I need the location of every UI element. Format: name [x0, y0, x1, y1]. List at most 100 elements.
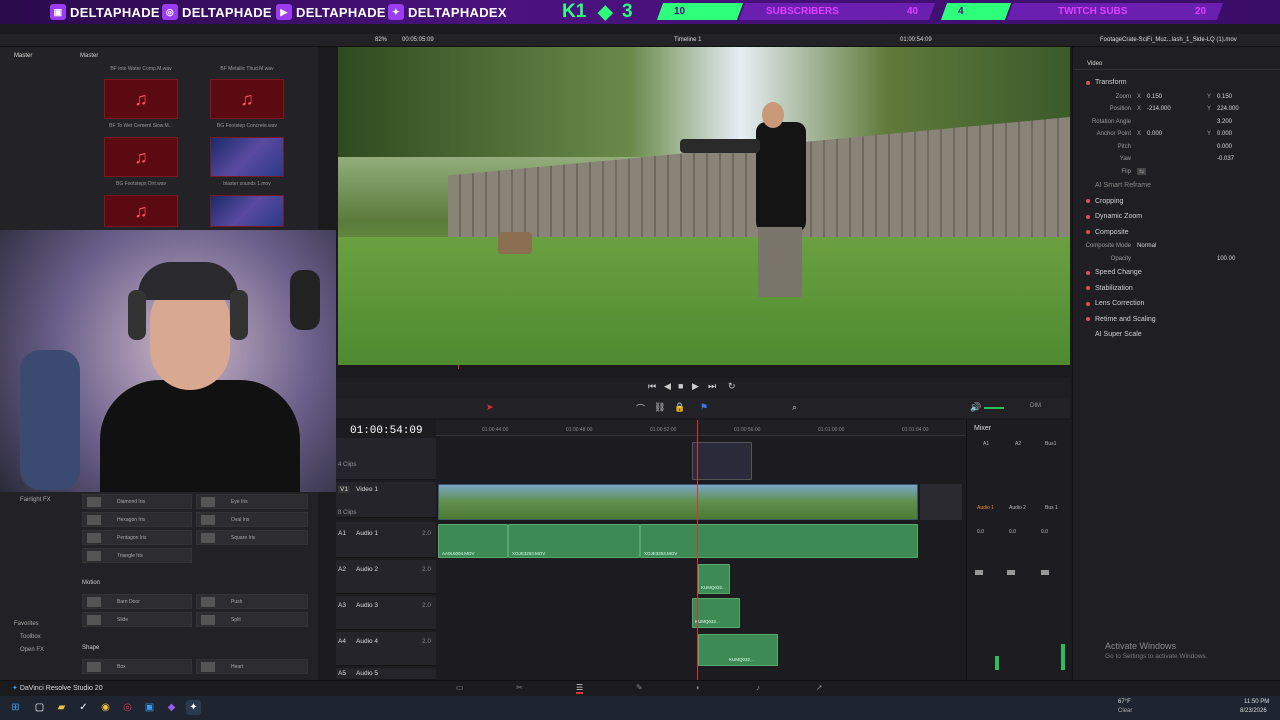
media-item-audio[interactable]: ♫ [104, 195, 178, 227]
media-item-video[interactable] [210, 195, 284, 227]
prop-position[interactable]: Position X -214.000 Y 224.000 [1073, 103, 1280, 116]
track-header-v1[interactable]: V1 Video 1 8 Clips [336, 482, 436, 518]
lock-icon[interactable]: 🔒 [674, 402, 685, 413]
track-header-a4[interactable]: A4 Audio 4 2.0 [336, 632, 436, 666]
section-transform[interactable]: Transform [1073, 75, 1280, 91]
cut-page-icon[interactable]: ✂ [516, 683, 523, 692]
section-cropping[interactable]: Cropping [1073, 194, 1280, 210]
prop-anchor[interactable]: Anchor Point X 0.000 Y 0.000 [1073, 128, 1280, 141]
dim-button[interactable]: DIM [1030, 403, 1041, 409]
media-item-video[interactable] [210, 137, 284, 177]
stop-icon[interactable]: ■ [678, 381, 683, 391]
media-item-audio[interactable]: ♫ [210, 79, 284, 119]
fusion-page-icon[interactable]: ✎ [636, 683, 643, 692]
resolve-taskbar-icon[interactable]: ✦ [186, 700, 201, 715]
viewer-zoom[interactable]: 82% [375, 37, 387, 43]
chrome-icon[interactable]: ◉ [98, 700, 113, 715]
section-stabilization[interactable]: Stabilization [1073, 281, 1280, 297]
tree-openfx[interactable]: Open FX [20, 647, 44, 653]
prop-rotation[interactable]: Rotation Angle 3.200 [1073, 116, 1280, 129]
obs-icon[interactable]: ◎ [120, 700, 135, 715]
a2-clip[interactable]: KUMQ032... [698, 564, 730, 594]
track-header-v2[interactable]: 4 Clips [336, 438, 436, 480]
edit-page-icon[interactable]: ☰ [576, 683, 584, 694]
fx-item[interactable]: Barn Door [82, 594, 192, 609]
play-icon[interactable]: ▶ [692, 381, 699, 392]
flip-horizontal-icon[interactable]: ⇆ [1137, 168, 1147, 176]
a1-clip[interactable]: AA0L5004.MOV [438, 524, 508, 558]
fx-item[interactable]: Heart [196, 659, 308, 674]
section-dynamic-zoom[interactable]: Dynamic Zoom [1073, 209, 1280, 225]
timeline-name[interactable]: Timeline 1 [674, 37, 701, 43]
ai-smart-reframe[interactable]: AI Smart Reframe [1073, 178, 1280, 194]
viewer-scrub-marker[interactable] [458, 365, 459, 369]
timeline-playhead[interactable] [697, 420, 698, 680]
fx-item[interactable]: Push [196, 594, 308, 609]
fairlight-page-icon[interactable]: ♪ [756, 683, 760, 692]
clock-date[interactable]: 8/23/2026 [1240, 708, 1267, 714]
prop-flip[interactable]: Flip ⇆ [1073, 166, 1280, 179]
volume-slider[interactable] [984, 407, 1004, 409]
selection-tool-icon[interactable]: ➤ [486, 402, 494, 413]
fx-item[interactable]: Eye Iris [196, 494, 308, 509]
track-header-a5[interactable]: A5 Audio 5 [336, 668, 436, 680]
fx-item[interactable]: Diamond Iris [82, 494, 192, 509]
fx-item[interactable]: Square Iris [196, 530, 308, 545]
skip-start-icon[interactable]: ⏮ [648, 381, 656, 392]
a1-clip[interactable]: XOJE3253.MOV [508, 524, 640, 558]
a3-clip[interactable]: KUMQ032... [692, 598, 740, 628]
track-header-a3[interactable]: A3 Audio 3 2.0 [336, 596, 436, 630]
prop-zoom[interactable]: Zoom X 0.150 Y 0.150 [1073, 91, 1280, 104]
track-header-a1[interactable]: A1 Audio 1 2.0 [336, 522, 436, 558]
volume-icon[interactable]: 🔊 [970, 402, 981, 413]
section-composite[interactable]: Composite [1073, 225, 1280, 241]
v1-clip[interactable] [438, 484, 918, 520]
media-item-audio[interactable]: ♫ [104, 137, 178, 177]
timeline-ruler[interactable]: 01:00:44:00 01:00:48:00 01:00:52:00 01:0… [436, 420, 966, 436]
track-header-a2[interactable]: A2 Audio 2 2.0 [336, 560, 436, 594]
v1-clip-dark[interactable] [920, 484, 962, 520]
a1-clip[interactable]: XOJE3253.MOV [640, 524, 918, 558]
fx-item[interactable]: Triangle Iris [82, 548, 192, 563]
task-view-icon[interactable]: ▢ [32, 700, 47, 715]
weather-desc[interactable]: Clear [1118, 708, 1132, 714]
tree-toolbox[interactable]: Toolbox [20, 634, 41, 640]
prop-pitch[interactable]: Pitch 0.000 [1073, 141, 1280, 154]
link-icon[interactable]: ⛓ [654, 402, 665, 413]
prop-yaw[interactable]: Yaw -0.037 [1073, 153, 1280, 166]
pinned-app-icon[interactable]: ✓ [76, 700, 91, 715]
tree-favorites[interactable]: Favorites [14, 621, 39, 627]
pinned-app-icon[interactable]: ▣ [142, 700, 157, 715]
fader-a1[interactable] [975, 570, 983, 575]
video-viewer[interactable] [338, 47, 1070, 369]
fader-a2[interactable] [1007, 570, 1015, 575]
fairlight-fx[interactable]: Fairlight FX [20, 497, 51, 503]
flag-icon[interactable]: ⚑ [700, 402, 708, 413]
section-ai-super-scale[interactable]: AI Super Scale [1073, 327, 1280, 343]
fx-item[interactable]: Hexagon Iris [82, 512, 192, 527]
section-lens-correction[interactable]: Lens Correction [1073, 296, 1280, 312]
fx-item[interactable]: Split [196, 612, 308, 627]
inspector-tab-video[interactable]: Video [1087, 61, 1102, 67]
fader-bus1[interactable] [1041, 570, 1049, 575]
section-retime-scaling[interactable]: Retime and Scaling [1073, 312, 1280, 328]
media-page-icon[interactable]: ▭ [456, 683, 464, 692]
fx-item[interactable]: Box [82, 659, 192, 674]
zoom-icon[interactable]: ⌕ [792, 402, 797, 413]
deliver-page-icon[interactable]: ➚ [816, 683, 823, 692]
media-pool-tab[interactable]: Master [14, 53, 32, 59]
a4-clip[interactable]: KUMQ032... [698, 634, 778, 666]
fx-item[interactable]: Pentagon Iris [82, 530, 192, 545]
discord-icon[interactable]: ◆ [164, 700, 179, 715]
loop-icon[interactable]: ↻ [728, 381, 736, 392]
prop-opacity[interactable]: Opacity 100.00 [1073, 253, 1280, 266]
section-speed-change[interactable]: Speed Change [1073, 265, 1280, 281]
reverse-icon[interactable]: ◀ [664, 381, 671, 392]
fx-item[interactable]: Slide [82, 612, 192, 627]
clock-time[interactable]: 11:50 PM [1244, 699, 1269, 705]
v2-clip-group[interactable] [692, 442, 752, 480]
weather-temp[interactable]: 67°F [1118, 699, 1131, 705]
prop-composite-mode[interactable]: Composite Mode Normal [1073, 240, 1280, 253]
color-page-icon[interactable]: ◐ [696, 683, 701, 692]
file-explorer-icon[interactable]: ▰ [54, 700, 69, 715]
